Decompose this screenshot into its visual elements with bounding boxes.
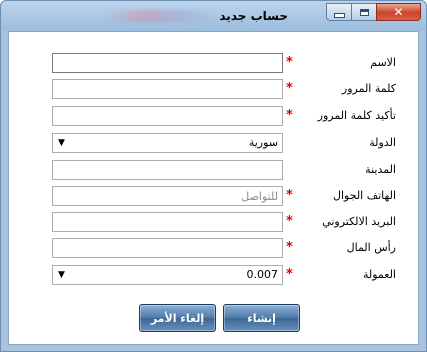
mobile-label: الهاتف الجوال bbox=[332, 189, 396, 202]
mobile-input[interactable] bbox=[52, 186, 283, 206]
required-mark: * bbox=[286, 81, 293, 96]
country-value: سورية bbox=[248, 136, 278, 149]
required-mark: * bbox=[286, 267, 293, 282]
row-mobile: * الهاتف الجوال bbox=[9, 186, 420, 208]
minimize-button[interactable] bbox=[326, 3, 352, 21]
password-label: كلمة المرور bbox=[341, 82, 396, 95]
confirm-password-label: تأكيد كلمة المرور bbox=[317, 109, 396, 122]
country-select[interactable]: سورية ▼ bbox=[52, 133, 283, 153]
close-button[interactable]: ✕ bbox=[376, 3, 421, 21]
required-mark: * bbox=[286, 214, 293, 229]
commission-select[interactable]: 0.007 ▼ bbox=[52, 265, 283, 285]
country-label: الدولة bbox=[369, 136, 396, 149]
close-icon: ✕ bbox=[393, 5, 404, 19]
form-panel: * الاسم * كلمة المرور * تأكيد كلمة المرو… bbox=[8, 31, 419, 345]
row-name: * الاسم bbox=[9, 53, 420, 75]
chevron-down-icon: ▼ bbox=[58, 270, 65, 280]
commission-value: 0.007 bbox=[246, 268, 279, 281]
row-city: المدينة bbox=[9, 160, 420, 182]
capital-input[interactable] bbox=[52, 238, 283, 258]
required-mark: * bbox=[286, 108, 293, 123]
name-label: الاسم bbox=[370, 56, 396, 69]
new-account-window: حساب جديد ✕ * الاسم * كلمة المرور * تأكي… bbox=[0, 0, 427, 352]
maximize-button[interactable] bbox=[351, 3, 377, 21]
email-label: البريد الالكتروني bbox=[322, 215, 396, 228]
name-input[interactable] bbox=[52, 53, 283, 73]
create-button[interactable]: إنشاء bbox=[223, 304, 300, 332]
password-input[interactable] bbox=[52, 79, 283, 99]
minimize-icon bbox=[333, 12, 345, 18]
capital-label: رأس المال bbox=[346, 241, 396, 254]
blurred-title-ghost bbox=[106, 10, 216, 22]
row-password: * كلمة المرور bbox=[9, 79, 420, 101]
confirm-password-input[interactable] bbox=[52, 106, 283, 126]
required-mark: * bbox=[286, 188, 293, 203]
row-capital: * رأس المال bbox=[9, 238, 420, 260]
window-title: حساب جديد bbox=[219, 9, 288, 23]
required-mark: * bbox=[286, 55, 293, 70]
city-input[interactable] bbox=[52, 160, 283, 180]
required-mark: * bbox=[286, 240, 293, 255]
commission-label: العمولة bbox=[362, 268, 396, 281]
email-input[interactable] bbox=[52, 212, 283, 232]
row-commission: 0.007 ▼ * العمولة bbox=[9, 265, 420, 287]
chevron-down-icon: ▼ bbox=[58, 138, 65, 148]
row-email: * البريد الالكتروني bbox=[9, 212, 420, 234]
maximize-icon bbox=[359, 8, 369, 16]
cancel-button[interactable]: إلغاء الأمر bbox=[139, 304, 216, 332]
row-confirm-password: * تأكيد كلمة المرور bbox=[9, 106, 420, 128]
row-country: سورية ▼ الدولة bbox=[9, 133, 420, 155]
city-label: المدينة bbox=[365, 163, 396, 176]
title-bar[interactable]: حساب جديد ✕ bbox=[1, 1, 426, 31]
